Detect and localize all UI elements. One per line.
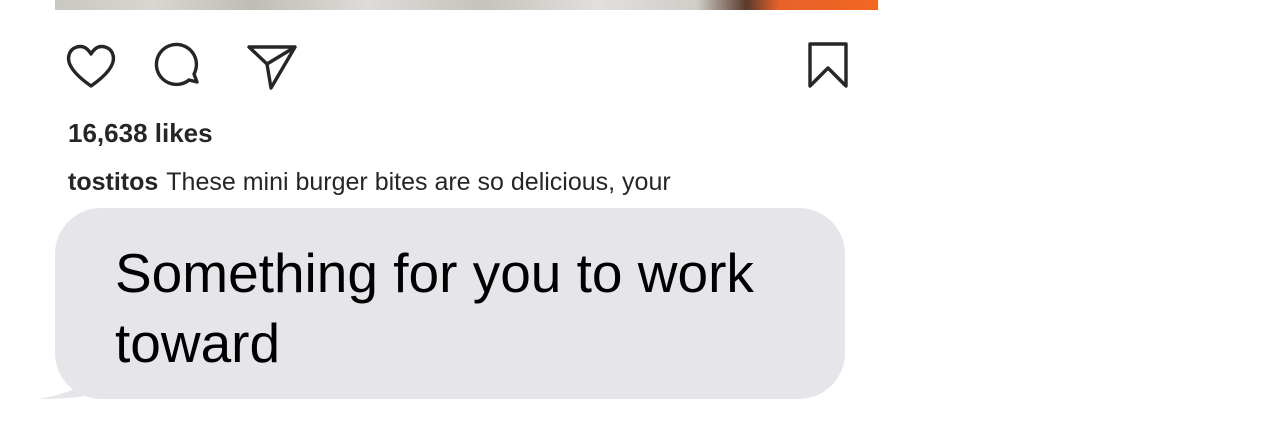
- message-text: Something for you to work toward: [115, 242, 754, 374]
- caption-username[interactable]: tostitos: [68, 168, 158, 196]
- comment-icon[interactable]: [153, 38, 209, 94]
- heart-icon[interactable]: [63, 38, 119, 94]
- post-action-bar: [55, 38, 878, 94]
- caption-text: These mini burger bites are so delicious…: [166, 168, 671, 196]
- paper-plane-icon[interactable]: [243, 38, 299, 94]
- post-photo-bottom-edge[interactable]: [55, 0, 878, 10]
- message-bubble[interactable]: Something for you to work toward: [36, 207, 848, 403]
- bookmark-icon[interactable]: [800, 38, 856, 94]
- bubble-body: Something for you to work toward: [55, 208, 845, 399]
- post-caption: tostitos These mini burger bites are so d…: [68, 168, 671, 197]
- likes-count[interactable]: 16,638 likes: [68, 118, 213, 149]
- screenshot: 16,638 likes tostitos These mini burger b…: [0, 0, 1280, 427]
